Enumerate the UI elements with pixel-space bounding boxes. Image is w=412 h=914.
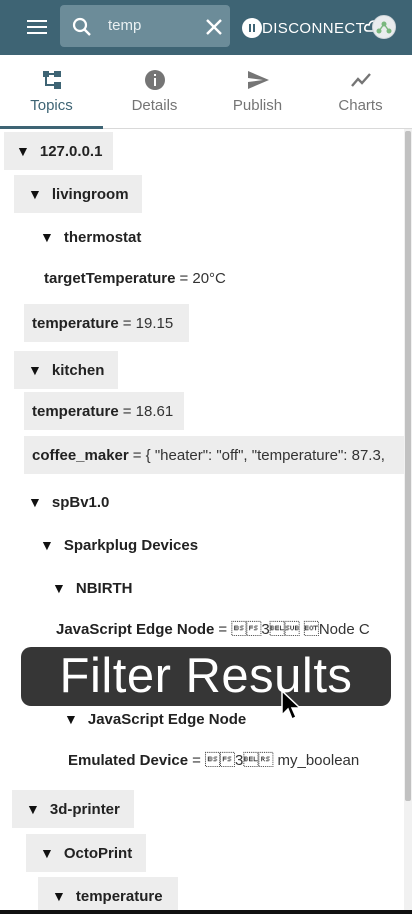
tree-node[interactable]: ▼ NBIRTH bbox=[38, 569, 133, 607]
tree-node[interactable]: ▼ Sparkplug Devices bbox=[26, 526, 198, 564]
tree-node[interactable]: ▼ 127.0.0.1 bbox=[4, 132, 113, 170]
topic-name: JavaScript Edge Node bbox=[56, 620, 215, 638]
tab-details[interactable]: Details bbox=[103, 55, 206, 129]
topic-name: thermostat bbox=[63, 228, 142, 246]
tree-leaf[interactable]: targetTemperature = 20°C bbox=[36, 259, 226, 297]
tab-label: Details bbox=[131, 97, 178, 114]
topic-value: = 18.61 bbox=[122, 402, 174, 420]
tree-node[interactable]: ▼ temperature bbox=[38, 877, 178, 914]
expand-triangle-icon[interactable]: ▼ bbox=[40, 229, 54, 245]
pause-circle-icon bbox=[242, 18, 262, 38]
topic-value: =  3 Node C bbox=[218, 620, 370, 638]
topic-tree: ▼ 127.0.0.1 ▼ livingroom ▼ thermostat ta… bbox=[0, 129, 404, 914]
expand-triangle-icon[interactable]: ▼ bbox=[52, 580, 66, 596]
expand-triangle-icon[interactable]: ▼ bbox=[52, 888, 66, 904]
app-logo-icon bbox=[376, 21, 392, 34]
expand-triangle-icon[interactable]: ▼ bbox=[28, 186, 42, 202]
topic-name: targetTemperature bbox=[44, 269, 176, 287]
tab-label: Charts bbox=[338, 97, 383, 114]
tab-label: Topics bbox=[30, 97, 73, 114]
mouse-pointer-icon bbox=[281, 690, 302, 721]
topic-name: Emulated Device bbox=[68, 751, 189, 769]
topic-name: Sparkplug Devices bbox=[63, 536, 199, 554]
tab-label: Publish bbox=[232, 97, 283, 114]
tree-node[interactable]: ▼ thermostat bbox=[26, 218, 141, 256]
search-icon bbox=[72, 17, 91, 36]
expand-triangle-icon[interactable]: ▼ bbox=[28, 494, 42, 510]
topic-value: = { "heater": "off", "temperature": 87.3… bbox=[132, 446, 385, 464]
tab-topics[interactable]: Topics bbox=[0, 55, 103, 129]
expand-triangle-icon[interactable]: ▼ bbox=[16, 143, 30, 159]
expand-triangle-icon[interactable]: ▼ bbox=[40, 845, 54, 861]
tree-leaf[interactable]: coffee_maker = { "heater": "off", "tempe… bbox=[24, 436, 404, 474]
hamburger-menu-icon[interactable] bbox=[24, 16, 50, 40]
tree-node[interactable]: ▼ OctoPrint bbox=[26, 834, 146, 872]
topic-name: spBv1.0 bbox=[51, 493, 110, 511]
info-icon bbox=[145, 70, 165, 90]
expand-triangle-icon[interactable]: ▼ bbox=[26, 801, 40, 817]
topic-name: OctoPrint bbox=[63, 844, 133, 862]
topic-name: coffee_maker bbox=[32, 446, 129, 464]
tree-node[interactable]: ▼ spBv1.0 bbox=[14, 483, 109, 521]
tree-node[interactable]: ▼ livingroom bbox=[14, 175, 142, 213]
disconnect-button[interactable]: DISCONNECT bbox=[242, 17, 365, 39]
topic-name: temperature bbox=[75, 887, 163, 905]
tree-leaf[interactable]: Emulated Device =  3 my_boolean bbox=[60, 741, 404, 779]
topic-value: =  3 my_boolean bbox=[192, 751, 360, 769]
expand-triangle-icon[interactable]: ▼ bbox=[28, 362, 42, 378]
bottom-edge bbox=[0, 910, 412, 914]
tree-node[interactable]: ▼ kitchen bbox=[14, 351, 118, 389]
tab-bar: Topics Details Publish Charts bbox=[0, 55, 412, 129]
search-input[interactable]: temp bbox=[108, 17, 141, 34]
topic-value: = 20°C bbox=[179, 269, 226, 287]
topic-name: temperature bbox=[32, 314, 119, 332]
chart-line-icon bbox=[351, 73, 371, 87]
topic-name: 127.0.0.1 bbox=[39, 142, 103, 160]
close-icon[interactable] bbox=[204, 17, 224, 37]
send-icon bbox=[248, 71, 269, 89]
tab-charts[interactable]: Charts bbox=[309, 55, 412, 129]
scrollbar-thumb[interactable] bbox=[405, 131, 411, 801]
filter-results-caption: Filter Results bbox=[21, 647, 391, 706]
disconnect-label: DISCONNECT bbox=[262, 19, 366, 37]
topic-name: livingroom bbox=[51, 185, 129, 203]
topics-tree-icon bbox=[43, 71, 61, 89]
topic-name: NBIRTH bbox=[75, 579, 133, 597]
tree-leaf[interactable]: JavaScript Edge Node =  3 Node C bbox=[48, 610, 404, 648]
scrollbar[interactable] bbox=[404, 129, 412, 914]
topic-name: temperature bbox=[32, 402, 119, 420]
avatar[interactable] bbox=[372, 15, 396, 39]
topic-name: 3d-printer bbox=[49, 800, 120, 818]
expand-triangle-icon[interactable]: ▼ bbox=[40, 537, 54, 553]
tree-leaf[interactable]: temperature = 19.15 bbox=[24, 304, 189, 342]
expand-triangle-icon[interactable]: ▼ bbox=[64, 711, 78, 727]
tab-publish[interactable]: Publish bbox=[206, 55, 309, 129]
caption-text: Filter Results bbox=[59, 649, 353, 703]
tree-leaf[interactable]: temperature = 18.61 bbox=[24, 392, 184, 430]
app-bar: temp DISCONNECT bbox=[0, 0, 412, 55]
topic-name: JavaScript Edge Node bbox=[87, 710, 247, 728]
tree-node[interactable]: ▼ 3d-printer bbox=[12, 790, 134, 828]
topic-name: kitchen bbox=[51, 361, 105, 379]
topic-value: = 19.15 bbox=[122, 314, 174, 332]
